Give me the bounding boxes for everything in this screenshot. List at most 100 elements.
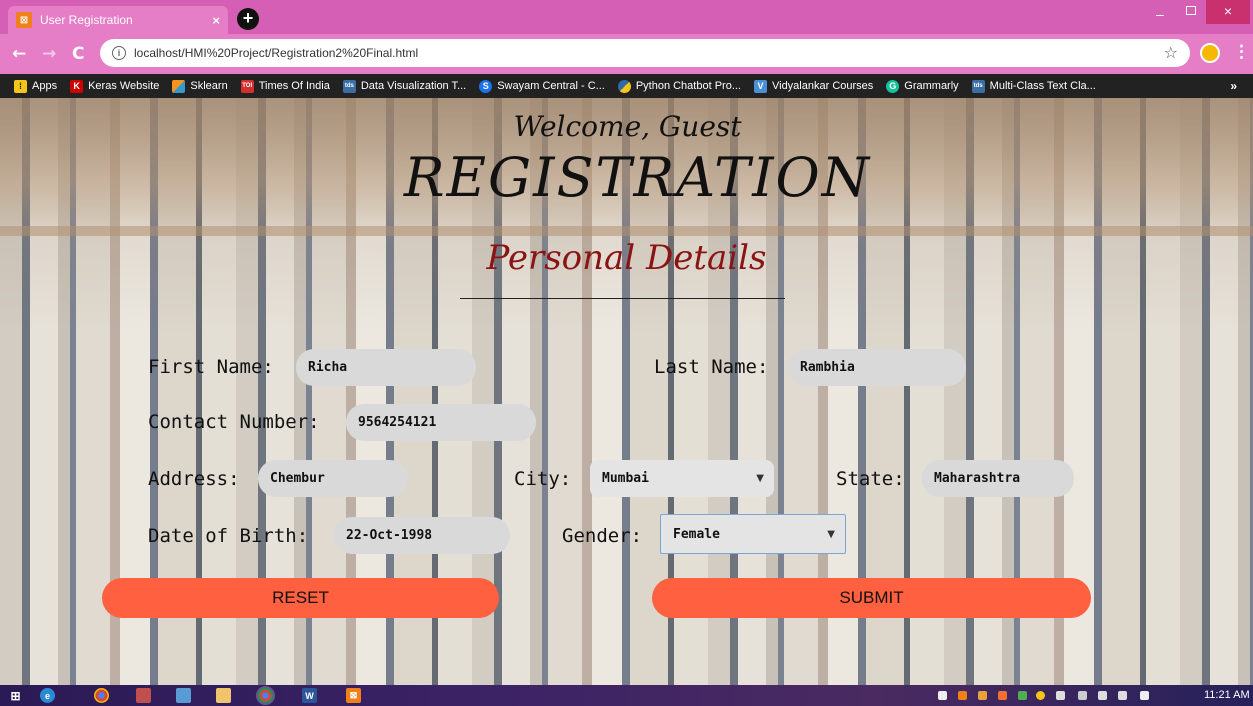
section-title: Personal Details	[486, 238, 767, 278]
dob-label: Date of Birth:	[148, 525, 309, 547]
paint-taskbar-icon[interactable]	[176, 688, 191, 703]
xampp-favicon-icon: ⊠	[16, 12, 32, 28]
bookmark-swayam[interactable]: S Swayam Central - C...	[479, 79, 605, 93]
city-selected-value: Mumbai	[602, 471, 649, 486]
sklearn-icon	[172, 79, 186, 93]
address-input[interactable]: Chembur	[258, 460, 408, 497]
python-icon	[617, 79, 631, 93]
welcome-text: Welcome, Guest	[513, 110, 742, 143]
window-close-button[interactable]: ×	[1206, 0, 1250, 24]
chrome-taskbar-icon[interactable]	[94, 688, 109, 703]
dropdown-caret-icon: ▼	[827, 528, 835, 540]
volume-icon[interactable]	[1098, 691, 1107, 700]
tab-close-icon[interactable]: ×	[212, 13, 220, 28]
window-restore-button[interactable]	[1186, 6, 1196, 15]
submit-button[interactable]: SUBMIT	[652, 578, 1091, 618]
tray-xampp-icon[interactable]	[958, 691, 967, 700]
bookmark-label: Keras Website	[88, 80, 160, 92]
network-icon[interactable]	[1118, 691, 1127, 700]
tray-icon[interactable]	[1036, 691, 1045, 700]
browser-toolbar: ← → C i localhost/HMI%20Project/Registra…	[0, 34, 1253, 74]
tray-icon[interactable]	[978, 691, 987, 700]
profile-avatar-icon[interactable]	[1200, 43, 1220, 63]
tray-icon[interactable]	[938, 691, 947, 700]
reload-button[interactable]: C	[72, 44, 84, 64]
action-center-icon[interactable]	[1078, 691, 1087, 700]
forward-button[interactable]: →	[42, 44, 56, 64]
tds-icon: tds	[971, 79, 985, 93]
bookmark-label: Swayam Central - C...	[497, 80, 605, 92]
dropdown-caret-icon: ▼	[756, 473, 764, 484]
bookmark-keras[interactable]: K Keras Website	[70, 79, 160, 93]
bookmark-apps[interactable]: ⁞ Apps	[14, 79, 58, 93]
tab-title: User Registration	[40, 13, 133, 27]
bookmarks-bar: ⁞ Apps K Keras Website Sklearn TOI Times…	[0, 74, 1253, 98]
file-explorer-icon[interactable]	[216, 688, 231, 703]
keras-icon: K	[70, 79, 84, 93]
bookmark-times-of-india[interactable]: TOI Times Of India	[240, 79, 330, 93]
windows-start-icon[interactable]: ⊞	[8, 688, 23, 703]
windows-taskbar: ⊞ e W ⊠ 11:21 AM	[0, 685, 1253, 706]
bookmark-label: Multi-Class Text Cla...	[989, 80, 1096, 92]
bookmark-python-chatbot[interactable]: Python Chatbot Pro...	[617, 79, 741, 93]
browser-title-bar: ⊠ User Registration × + – ×	[0, 0, 1253, 34]
tray-icon[interactable]	[1056, 691, 1065, 700]
section-divider	[460, 298, 785, 299]
new-tab-button[interactable]: +	[237, 8, 259, 30]
more-bookmarks-icon[interactable]: »	[1230, 79, 1237, 93]
signal-icon[interactable]	[1140, 691, 1149, 700]
gender-selected-value: Female	[673, 526, 720, 542]
bookmark-star-icon[interactable]: ☆	[1164, 43, 1178, 62]
bookmark-label: Apps	[32, 80, 58, 92]
window-minimize-button[interactable]: –	[1156, 6, 1164, 22]
browser-tab[interactable]: ⊠ User Registration ×	[8, 6, 228, 34]
vidyalankar-icon: V	[753, 79, 767, 93]
bookmark-vidyalankar[interactable]: V Vidyalankar Courses	[753, 79, 874, 93]
city-select[interactable]: Mumbai ▼	[590, 460, 774, 497]
bookmark-label: Grammarly	[904, 80, 959, 92]
bookmark-label: Vidyalankar Courses	[771, 80, 874, 92]
first-name-input[interactable]: Richa	[296, 349, 476, 386]
address-label: Address:	[148, 468, 240, 490]
bookmark-label: Data Visualization T...	[360, 80, 467, 92]
grammarly-icon: G	[886, 79, 900, 93]
tds-icon: tds	[342, 79, 356, 93]
page-viewport: Welcome, Guest REGISTRATION Personal Det…	[0, 98, 1253, 685]
last-name-input[interactable]: Rambhia	[788, 349, 966, 386]
url-text[interactable]: localhost/HMI%20Project/Registration2%20…	[134, 46, 418, 60]
apps-grid-icon: ⁞	[14, 79, 27, 93]
app-taskbar-icon[interactable]	[136, 688, 151, 703]
contact-number-label: Contact Number:	[148, 411, 320, 433]
back-button[interactable]: ←	[12, 44, 26, 64]
site-info-icon[interactable]: i	[112, 46, 126, 60]
bookmark-grammarly[interactable]: G Grammarly	[886, 79, 959, 93]
dob-input[interactable]: 22-Oct-1998	[334, 517, 510, 554]
gender-select[interactable]: Female ▼	[660, 514, 846, 554]
tray-icon[interactable]	[998, 691, 1007, 700]
bookmark-label: Times Of India	[258, 80, 330, 92]
swayam-icon: S	[479, 79, 493, 93]
first-name-label: First Name:	[148, 356, 274, 378]
gender-label: Gender:	[562, 525, 643, 547]
toi-icon: TOI	[240, 79, 254, 93]
state-label: State:	[836, 468, 905, 490]
browser-menu-icon[interactable]: ⋮	[1233, 42, 1250, 62]
page-title: REGISTRATION	[403, 146, 872, 209]
chrome-active-taskbar-icon[interactable]	[256, 686, 275, 705]
bookmark-data-visualization[interactable]: tds Data Visualization T...	[342, 79, 467, 93]
internet-explorer-icon[interactable]: e	[40, 688, 55, 703]
bookmark-label: Python Chatbot Pro...	[635, 80, 741, 92]
bookmark-multi-class-text[interactable]: tds Multi-Class Text Cla...	[971, 79, 1096, 93]
address-bar[interactable]: i localhost/HMI%20Project/Registration2%…	[100, 39, 1190, 67]
reset-button[interactable]: RESET	[102, 578, 499, 618]
tray-icon[interactable]	[1018, 691, 1027, 700]
last-name-label: Last Name:	[654, 356, 769, 378]
bookmark-sklearn[interactable]: Sklearn	[172, 79, 228, 93]
xampp-taskbar-icon[interactable]: ⊠	[346, 688, 361, 703]
bookmark-label: Sklearn	[190, 80, 228, 92]
state-input[interactable]: Maharashtra	[922, 460, 1074, 497]
contact-number-input[interactable]: 9564254121	[346, 404, 536, 441]
word-taskbar-icon[interactable]: W	[302, 688, 317, 703]
taskbar-clock[interactable]: 11:21 AM	[1204, 689, 1250, 701]
city-label: City:	[514, 468, 572, 490]
